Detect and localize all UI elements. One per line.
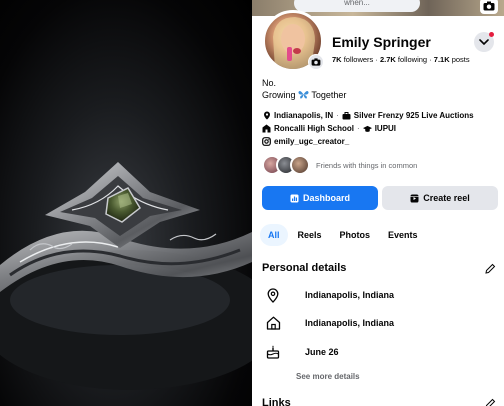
posts-count: 7.1K xyxy=(433,55,450,64)
dashboard-icon xyxy=(290,194,299,202)
camera-icon xyxy=(311,58,321,66)
profile-stats: 7K followers · 2.7K following · 7.1K pos… xyxy=(332,55,470,64)
cover-camera-button[interactable] xyxy=(480,0,498,14)
cover-caption: when... xyxy=(294,0,420,12)
location-pin-icon xyxy=(262,111,271,120)
detail-hometown: Indianapolis, Indiana xyxy=(262,315,394,331)
followers-label[interactable]: followers xyxy=(344,55,374,64)
friends-text: Friends with things in common xyxy=(316,160,418,170)
profile-panel: when... Emily Springer 7K followers · 2. xyxy=(252,0,504,406)
butterfly-icon xyxy=(298,90,309,99)
tab-events[interactable]: Events xyxy=(380,224,426,246)
school-icon xyxy=(262,124,271,133)
notification-dot xyxy=(489,32,494,37)
links-title: Links xyxy=(262,397,291,406)
high-school-text[interactable]: Roncalli High School xyxy=(274,124,354,133)
detail-current-city: Indianapolis, Indiana xyxy=(262,287,394,303)
graduation-cap-icon xyxy=(362,124,372,133)
profile-name: Emily Springer xyxy=(332,34,431,50)
friend-avatar xyxy=(290,155,310,175)
detail-birthday: June 26 xyxy=(262,344,339,360)
profile-menu-button[interactable] xyxy=(474,32,494,52)
silver-ring-image xyxy=(0,162,252,390)
posts-label: posts xyxy=(451,55,470,64)
tab-photos[interactable]: Photos xyxy=(332,224,379,246)
bio-line: No. xyxy=(262,78,277,88)
pencil-icon[interactable] xyxy=(485,263,496,274)
camera-icon xyxy=(483,1,495,11)
avatar-camera-button[interactable] xyxy=(308,54,324,70)
instagram-icon xyxy=(262,137,271,146)
following-label[interactable]: following xyxy=(398,55,427,64)
bio: No. Growing Together xyxy=(262,77,346,101)
chevron-down-icon xyxy=(479,39,489,45)
location-text[interactable]: Indianapolis, IN xyxy=(274,111,333,120)
followers-count[interactable]: 7K xyxy=(332,55,342,64)
profile-tabs: All Reels Photos Events xyxy=(260,224,428,246)
dashboard-label: Dashboard xyxy=(302,193,350,203)
dashboard-button[interactable]: Dashboard xyxy=(262,186,378,210)
pencil-icon[interactable] xyxy=(485,398,496,406)
info-row: Indianapolis, IN · Silver Frenzy 925 Liv… xyxy=(262,111,474,120)
see-more-details-link[interactable]: See more details xyxy=(296,372,360,381)
hometown-text[interactable]: Indianapolis, Indiana xyxy=(305,318,394,328)
workplace-text[interactable]: Silver Frenzy 925 Live Auctions xyxy=(354,111,474,120)
tab-all[interactable]: All xyxy=(260,224,288,246)
bio-text: Together xyxy=(311,90,347,100)
location-pin-icon xyxy=(262,287,284,303)
briefcase-icon xyxy=(342,111,351,120)
college-text[interactable]: IUPUI xyxy=(375,124,396,133)
reel-icon xyxy=(410,194,419,202)
birthday-cake-icon xyxy=(262,344,284,360)
post-photo[interactable] xyxy=(0,0,252,406)
bio-text: Growing xyxy=(262,90,296,100)
bio-line: Growing Together xyxy=(262,89,346,101)
info-row: Roncalli High School · IUPUI xyxy=(262,124,396,133)
mutual-friends[interactable]: Friends with things in common xyxy=(262,155,417,175)
tab-reels[interactable]: Reels xyxy=(290,224,330,246)
create-reel-button[interactable]: Create reel xyxy=(382,186,498,210)
home-icon xyxy=(262,315,284,331)
create-reel-label: Create reel xyxy=(423,193,470,203)
instagram-link[interactable]: emily_ugc_creator_ xyxy=(274,137,349,146)
following-count[interactable]: 2.7K xyxy=(380,55,396,64)
birthday-text: June 26 xyxy=(305,347,339,357)
current-city-text[interactable]: Indianapolis, Indiana xyxy=(305,290,394,300)
personal-details-title: Personal details xyxy=(262,262,347,274)
info-row: emily_ugc_creator_ xyxy=(262,137,349,146)
